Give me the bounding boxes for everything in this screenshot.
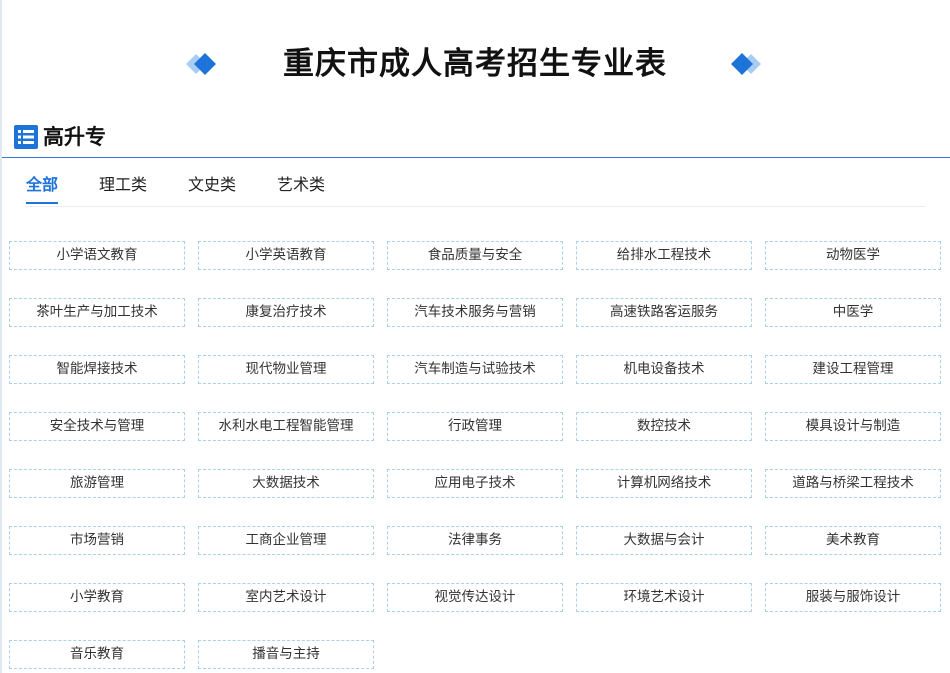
major-item[interactable]: 中医学 [765,298,941,327]
major-item[interactable]: 服装与服饰设计 [765,583,941,612]
major-item[interactable]: 数控技术 [576,412,752,441]
major-item[interactable]: 旅游管理 [9,469,185,498]
major-item[interactable]: 小学语文教育 [9,241,185,270]
major-item[interactable]: 道路与桥梁工程技术 [765,469,941,498]
major-item[interactable]: 建设工程管理 [765,355,941,384]
tab-label: 理工类 [99,175,148,194]
major-item[interactable]: 环境艺术设计 [576,583,752,612]
major-item[interactable]: 应用电子技术 [387,469,563,498]
major-item[interactable]: 高速铁路客运服务 [576,298,752,327]
major-item[interactable]: 计算机网络技术 [576,469,752,498]
major-item[interactable]: 茶叶生产与加工技术 [9,298,185,327]
section-divider [2,157,950,158]
title-row: 重庆市成人高考招生专业表 [0,36,950,92]
major-item[interactable]: 法律事务 [387,526,563,555]
major-item[interactable]: 室内艺术设计 [198,583,374,612]
tab-label: 艺术类 [277,175,326,194]
tab-all[interactable]: 全部 [26,170,59,204]
major-item[interactable]: 小学英语教育 [198,241,374,270]
major-item[interactable]: 小学教育 [9,583,185,612]
major-item[interactable]: 行政管理 [387,412,563,441]
major-item[interactable]: 汽车制造与试验技术 [387,355,563,384]
diamond-decoration-right-icon [731,53,761,75]
major-item[interactable]: 大数据技术 [198,469,374,498]
major-item[interactable]: 播音与主持 [198,640,374,669]
tab-arts[interactable]: 艺术类 [277,170,325,204]
major-item[interactable]: 康复治疗技术 [198,298,374,327]
major-item[interactable]: 模具设计与制造 [765,412,941,441]
list-icon [14,125,38,149]
major-item[interactable]: 食品质量与安全 [387,241,563,270]
tab-humanities[interactable]: 文史类 [188,170,236,204]
major-item[interactable]: 市场营销 [9,526,185,555]
major-item[interactable]: 工商企业管理 [198,526,374,555]
major-item[interactable]: 水利水电工程智能管理 [198,412,374,441]
major-item[interactable]: 给排水工程技术 [576,241,752,270]
major-item[interactable]: 动物医学 [765,241,941,270]
tabs-divider [26,206,926,207]
major-item[interactable]: 音乐教育 [9,640,185,669]
page-title: 重庆市成人高考招生专业表 [283,46,667,82]
major-item[interactable]: 视觉传达设计 [387,583,563,612]
page-left-border [0,0,2,673]
tab-label: 文史类 [188,175,237,194]
major-item[interactable]: 智能焊接技术 [9,355,185,384]
major-item[interactable]: 美术教育 [765,526,941,555]
major-item[interactable]: 汽车技术服务与营销 [387,298,563,327]
major-item[interactable]: 现代物业管理 [198,355,374,384]
tab-science-engineering[interactable]: 理工类 [99,170,147,204]
section-title: 高升专 [43,125,106,149]
active-tab-underline [26,202,59,204]
major-item[interactable]: 安全技术与管理 [9,412,185,441]
tab-label: 全部 [26,175,59,194]
major-item[interactable]: 大数据与会计 [576,526,752,555]
major-item[interactable]: 机电设备技术 [576,355,752,384]
